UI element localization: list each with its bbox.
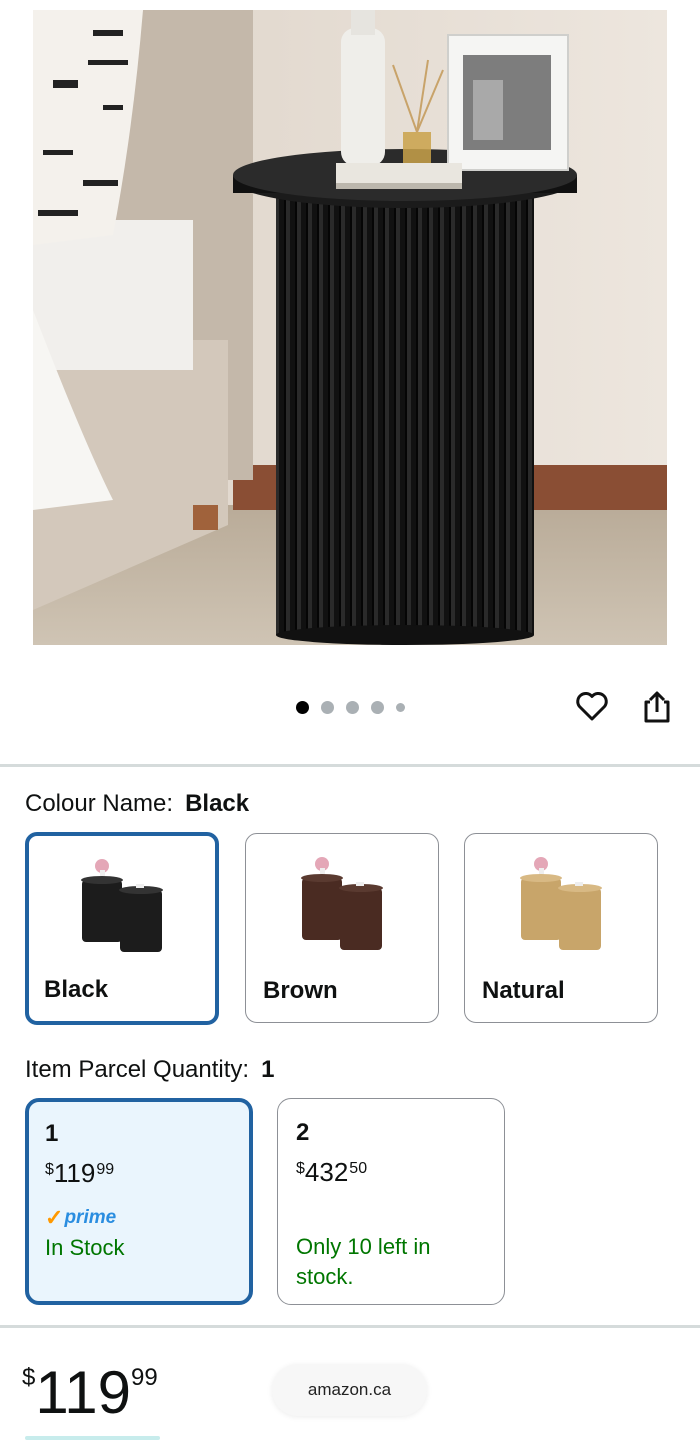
price-currency: $ xyxy=(45,1161,54,1178)
bottom-accent-bar xyxy=(25,1436,160,1440)
prime-badge: ✓ prime xyxy=(45,1205,233,1231)
product-page: Colour Name: Black Black Brown Natural I… xyxy=(0,0,700,1440)
domain-text: amazon.ca xyxy=(307,1380,392,1399)
stock-status: Only 10 left in xyxy=(296,1234,431,1259)
colour-label-row: Colour Name: Black xyxy=(25,790,249,818)
stock-status-continued: stock. xyxy=(296,1264,354,1289)
colour-label: Colour Name: xyxy=(25,790,174,817)
colour-option-label: Natural xyxy=(482,977,565,1004)
price-cents: 99 xyxy=(131,1364,158,1391)
black-table-thumbnail xyxy=(81,859,163,952)
heart-icon xyxy=(576,692,608,721)
thumb-table-left xyxy=(521,878,561,940)
thumb-table-left xyxy=(302,878,342,940)
colour-option-brown[interactable]: Brown xyxy=(245,833,439,1023)
price-currency: $ xyxy=(22,1364,36,1391)
product-image[interactable] xyxy=(33,10,667,645)
section-divider xyxy=(0,1325,700,1328)
wishlist-button[interactable] xyxy=(574,688,610,724)
pagination-dot[interactable] xyxy=(320,700,334,714)
side-table-photo xyxy=(33,10,667,645)
thumb-table-left xyxy=(82,880,122,942)
colour-option-black[interactable]: Black xyxy=(25,832,219,1025)
share-icon xyxy=(644,691,670,723)
colour-option-label: Black xyxy=(44,976,109,1003)
pagination-dot[interactable] xyxy=(295,700,309,714)
quantity-option-number: 1 xyxy=(45,1120,59,1147)
pagination-dot[interactable] xyxy=(370,700,384,714)
quantity-selected-value: 1 xyxy=(261,1056,275,1083)
quantity-option-number: 2 xyxy=(296,1119,310,1146)
colour-option-natural[interactable]: Natural xyxy=(464,833,658,1023)
quantity-option-price: $11999 xyxy=(45,1158,233,1189)
stock-status: In Stock xyxy=(45,1235,125,1260)
colour-option-label: Brown xyxy=(263,977,338,1004)
brown-table-thumbnail xyxy=(301,857,383,950)
share-button[interactable] xyxy=(640,690,674,724)
browser-address-bar[interactable]: amazon.ca xyxy=(272,1364,427,1416)
price-cents: 50 xyxy=(349,1160,368,1177)
pagination-dot[interactable] xyxy=(345,700,359,714)
colour-selected-value: Black xyxy=(185,790,250,817)
natural-table-thumbnail xyxy=(520,857,602,950)
quantity-option-2[interactable]: 2 $43250 Only 10 left in stock. xyxy=(277,1098,505,1305)
price-cents: 99 xyxy=(96,1161,115,1178)
price-dollars: 119 xyxy=(53,1158,96,1188)
section-divider xyxy=(0,764,700,767)
price-dollars: 432 xyxy=(304,1157,349,1187)
prime-label: prime xyxy=(64,1207,117,1228)
thumb-table-right xyxy=(340,888,382,950)
prime-check-icon: ✓ xyxy=(45,1205,64,1230)
price-dollars: 119 xyxy=(35,1359,132,1426)
quantity-option-1[interactable]: 1 $11999 ✓ prime In Stock xyxy=(25,1098,253,1305)
price-currency: $ xyxy=(296,1160,305,1177)
thumb-table-right xyxy=(559,888,601,950)
quantity-option-price: $43250 xyxy=(296,1157,486,1188)
pagination-dot[interactable] xyxy=(395,702,405,712)
quantity-label: Item Parcel Quantity: xyxy=(25,1056,250,1083)
quantity-label-row: Item Parcel Quantity: 1 xyxy=(25,1056,274,1084)
thumb-table-right xyxy=(120,890,162,952)
main-price: $11999 xyxy=(22,1358,158,1427)
